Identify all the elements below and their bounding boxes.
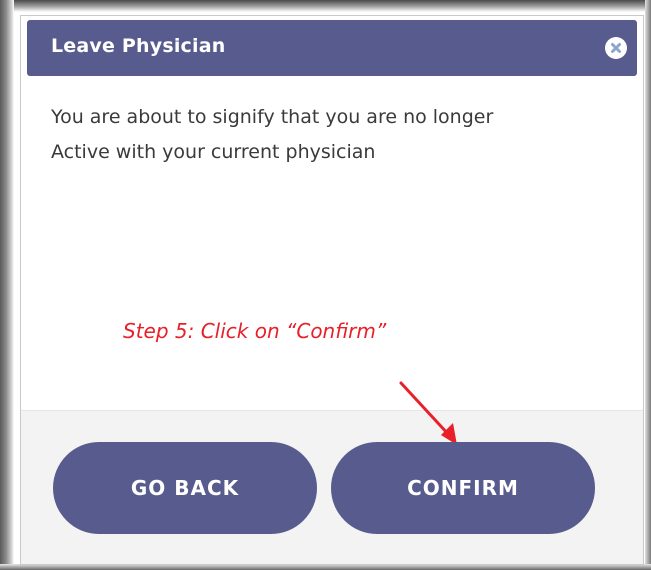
background-edge-left bbox=[0, 0, 14, 570]
dialog-message: You are about to signify that you are no… bbox=[51, 100, 621, 170]
confirm-button[interactable]: CONFIRM bbox=[331, 442, 595, 534]
step-annotation: Step 5: Click on “Confirm” bbox=[123, 319, 387, 343]
annotation-arrow-icon bbox=[399, 381, 457, 445]
go-back-button[interactable]: GO BACK bbox=[53, 442, 317, 534]
screenshot-stage: Leave Physician You are about to signify… bbox=[0, 0, 651, 570]
message-line-2: Active with your current physician bbox=[51, 141, 376, 163]
close-icon bbox=[611, 43, 621, 53]
close-button[interactable] bbox=[605, 37, 627, 59]
background-edge-top bbox=[0, 0, 651, 12]
dialog-title-bar: Leave Physician bbox=[27, 20, 637, 76]
dialog-title: Leave Physician bbox=[51, 35, 226, 57]
background-edge-right bbox=[645, 0, 651, 570]
leave-physician-dialog: Leave Physician You are about to signify… bbox=[20, 15, 644, 565]
message-line-1: You are about to signify that you are no… bbox=[51, 106, 494, 128]
